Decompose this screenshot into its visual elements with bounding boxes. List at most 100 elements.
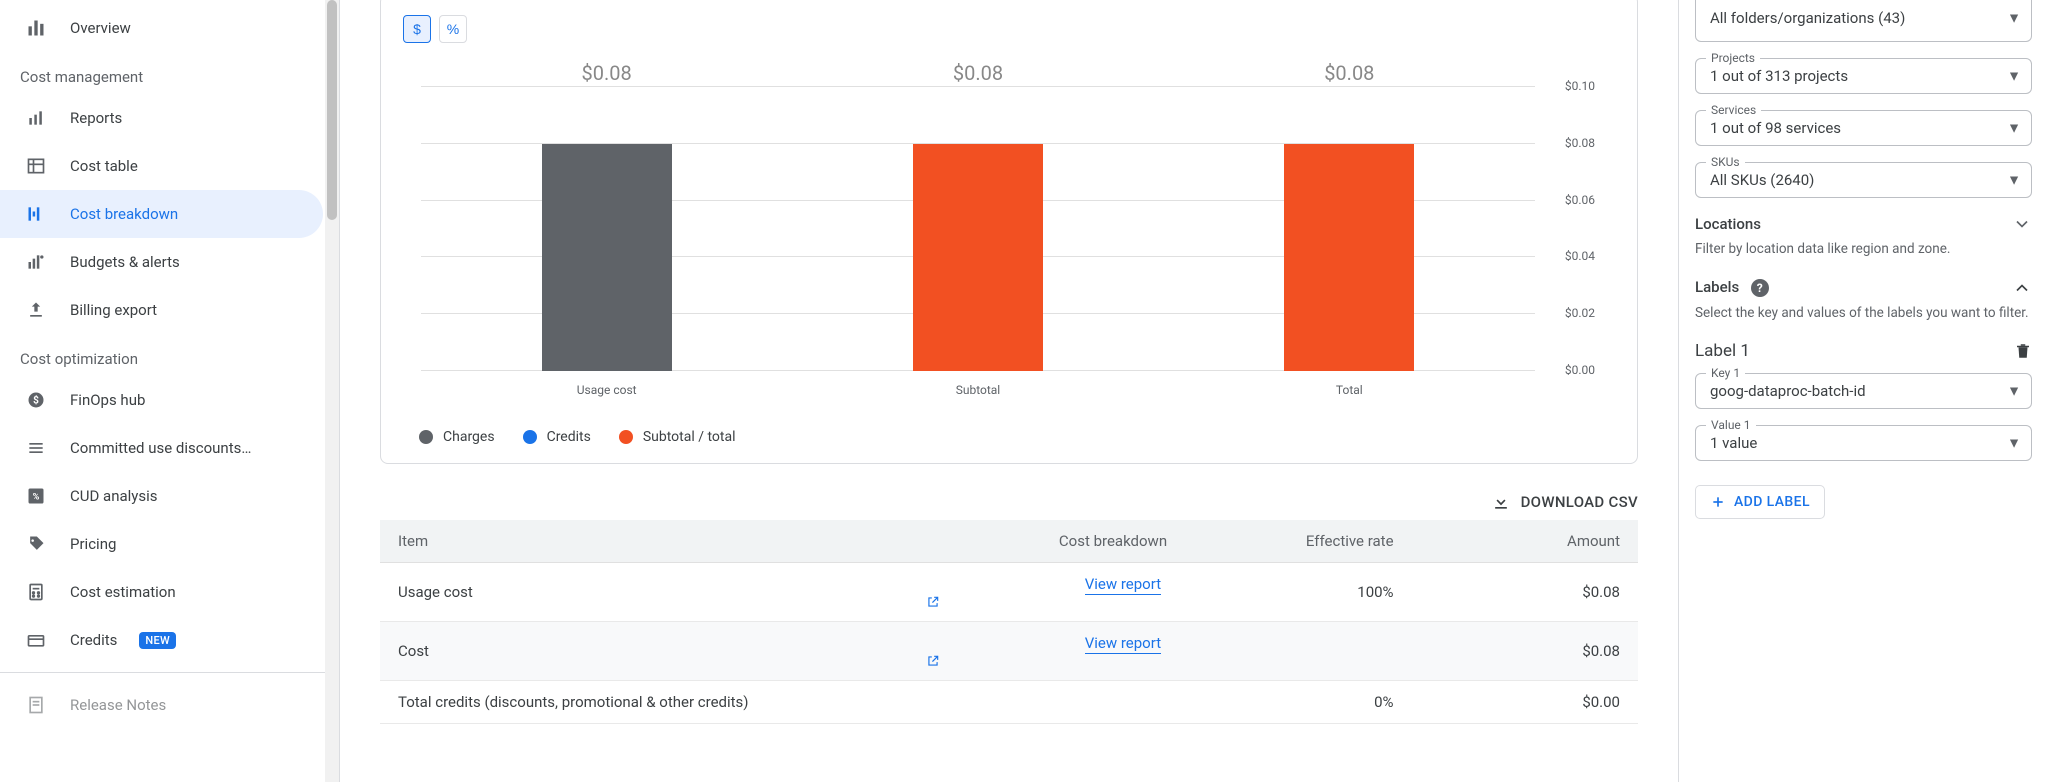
nav-finops-hub[interactable]: $ FinOps hub <box>0 376 323 424</box>
nav-overview[interactable]: Overview <box>0 4 323 52</box>
chevron-up-icon <box>2012 278 2032 298</box>
bar-value-label: $0.08 <box>953 61 1003 85</box>
nav-credits[interactable]: Credits NEW <box>0 616 323 664</box>
nav-label: Credits <box>70 631 117 649</box>
cost-table: Item Cost breakdown Effective rate Amoun… <box>380 520 1638 724</box>
locations-section-header[interactable]: Locations <box>1695 214 2032 234</box>
labels-section-header[interactable]: Labels ? <box>1695 278 2032 298</box>
table-icon <box>24 154 48 178</box>
divider <box>0 672 339 673</box>
sidebar-scroll-thumb[interactable] <box>327 0 337 220</box>
sidebar: Overview Cost management Reports Cost ta… <box>0 0 340 782</box>
select-label: Key 1 <box>1706 366 1745 380</box>
nav-cud[interactable]: Committed use discounts… <box>0 424 323 472</box>
select-value: 1 out of 98 services <box>1710 119 1841 137</box>
labels-hint: Select the key and values of the labels … <box>1695 304 2032 324</box>
select-label: Projects <box>1706 51 1760 65</box>
th-amount: Amount <box>1412 520 1638 563</box>
nav-cud-analysis[interactable]: % CUD analysis <box>0 472 323 520</box>
notes-icon <box>24 693 48 717</box>
nav-label: Pricing <box>70 535 116 553</box>
bar <box>542 144 672 371</box>
chevron-down-icon: ▼ <box>2007 172 2021 189</box>
section-title: Locations <box>1695 215 1761 233</box>
download-csv-label: DOWNLOAD CSV <box>1521 493 1638 511</box>
th-breakdown: Cost breakdown <box>908 520 1185 563</box>
select-label: SKUs <box>1706 155 1745 169</box>
nav-billing-export[interactable]: Billing export <box>0 286 323 334</box>
view-report-link[interactable]: View report <box>1085 634 1161 654</box>
nav-cost-estimation[interactable]: Cost estimation <box>0 568 323 616</box>
select-value: All SKUs (2640) <box>1710 171 1814 189</box>
svg-text:%: % <box>33 492 40 502</box>
download-csv-button[interactable]: DOWNLOAD CSV <box>1491 492 1638 512</box>
nav-release-notes[interactable]: Release Notes <box>0 681 323 729</box>
label-value-select[interactable]: Value 1 1 value ▼ <box>1695 425 2032 461</box>
nav-pricing[interactable]: Pricing <box>0 520 323 568</box>
calculator-icon <box>24 580 48 604</box>
ytick: $0.06 <box>1565 193 1595 207</box>
nav-cost-table[interactable]: Cost table <box>0 142 323 190</box>
projects-select[interactable]: Projects 1 out of 313 projects ▼ <box>1695 58 2032 94</box>
new-badge: NEW <box>139 632 176 649</box>
cell-amount: $0.08 <box>1412 563 1638 622</box>
cell-amount: $0.00 <box>1412 681 1638 724</box>
nav-label: FinOps hub <box>70 391 145 409</box>
tag-icon <box>24 532 48 556</box>
nav-label: Reports <box>70 109 122 127</box>
unit-dollar-button[interactable]: $ <box>403 15 431 43</box>
delete-label-button[interactable] <box>2014 342 2032 360</box>
add-label-text: ADD LABEL <box>1734 494 1810 510</box>
main-content: $ % $0.00 $0.02 $0.04 $0.06 $0.08 $0.10 … <box>340 0 1678 782</box>
bar-total: $0.08 Total <box>1216 87 1483 371</box>
cell-rate <box>1185 622 1411 681</box>
legend-dot-icon <box>419 430 433 444</box>
select-label: Value 1 <box>1706 418 1756 432</box>
bar-chart-icon <box>24 106 48 130</box>
bar-x-label: Total <box>1336 383 1363 397</box>
chart-card: $ % $0.00 $0.02 $0.04 $0.06 $0.08 $0.10 … <box>380 0 1638 464</box>
bars-container: $0.08 Usage cost $0.08 Subtotal $0.08 To… <box>421 87 1535 371</box>
add-label-button[interactable]: ADD LABEL <box>1695 485 1825 519</box>
bar-usage-cost: $0.08 Usage cost <box>473 87 740 371</box>
cell-rate: 0% <box>1185 681 1411 724</box>
section-title: Labels <box>1695 278 1739 296</box>
percent-icon: % <box>24 484 48 508</box>
cell-item: Cost <box>380 622 908 681</box>
select-value: goog-dataproc-batch-id <box>1710 382 1866 400</box>
ytick: $0.04 <box>1565 249 1595 263</box>
bar-x-label: Subtotal <box>956 383 1001 397</box>
chevron-down-icon: ▼ <box>2007 10 2021 27</box>
nav-label: Cost table <box>70 157 138 175</box>
table-row: Cost View report $0.08 <box>380 622 1638 681</box>
nav-label: Budgets & alerts <box>70 253 180 271</box>
unit-percent-button[interactable]: % <box>439 15 467 43</box>
cell-breakdown: View report <box>908 622 1185 681</box>
external-icon <box>926 654 1167 668</box>
view-report-link[interactable]: View report <box>1085 575 1161 595</box>
nav-cost-breakdown[interactable]: Cost breakdown <box>0 190 323 238</box>
svg-text:$: $ <box>33 393 39 406</box>
services-select[interactable]: Services 1 out of 98 services ▼ <box>1695 110 2032 146</box>
nav-label: CUD analysis <box>70 487 158 505</box>
table-row: Usage cost View report 100% $0.08 <box>380 563 1638 622</box>
legend-subtotal: Subtotal / total <box>619 429 736 445</box>
select-value: 1 out of 313 projects <box>1710 67 1848 85</box>
help-icon[interactable]: ? <box>1751 279 1769 297</box>
ytick: $0.10 <box>1565 79 1595 93</box>
legend-credits: Credits <box>523 429 591 445</box>
skus-select[interactable]: SKUs All SKUs (2640) ▼ <box>1695 162 2032 198</box>
breakdown-icon <box>24 202 48 226</box>
filter-panel: All folders/organizations (43) ▼ Project… <box>1678 0 2048 782</box>
ytick: $0.00 <box>1565 363 1595 377</box>
credits-icon <box>24 628 48 652</box>
export-icon <box>24 298 48 322</box>
nav-label: Overview <box>70 19 131 37</box>
label-key-select[interactable]: Key 1 goog-dataproc-batch-id ▼ <box>1695 373 2032 409</box>
nav-reports[interactable]: Reports <box>0 94 323 142</box>
folders-select[interactable]: All folders/organizations (43) ▼ <box>1695 0 2032 42</box>
nav-budgets[interactable]: Budgets & alerts <box>0 238 323 286</box>
budgets-icon <box>24 250 48 274</box>
cell-rate: 100% <box>1185 563 1411 622</box>
sidebar-scrollbar[interactable] <box>325 0 339 782</box>
